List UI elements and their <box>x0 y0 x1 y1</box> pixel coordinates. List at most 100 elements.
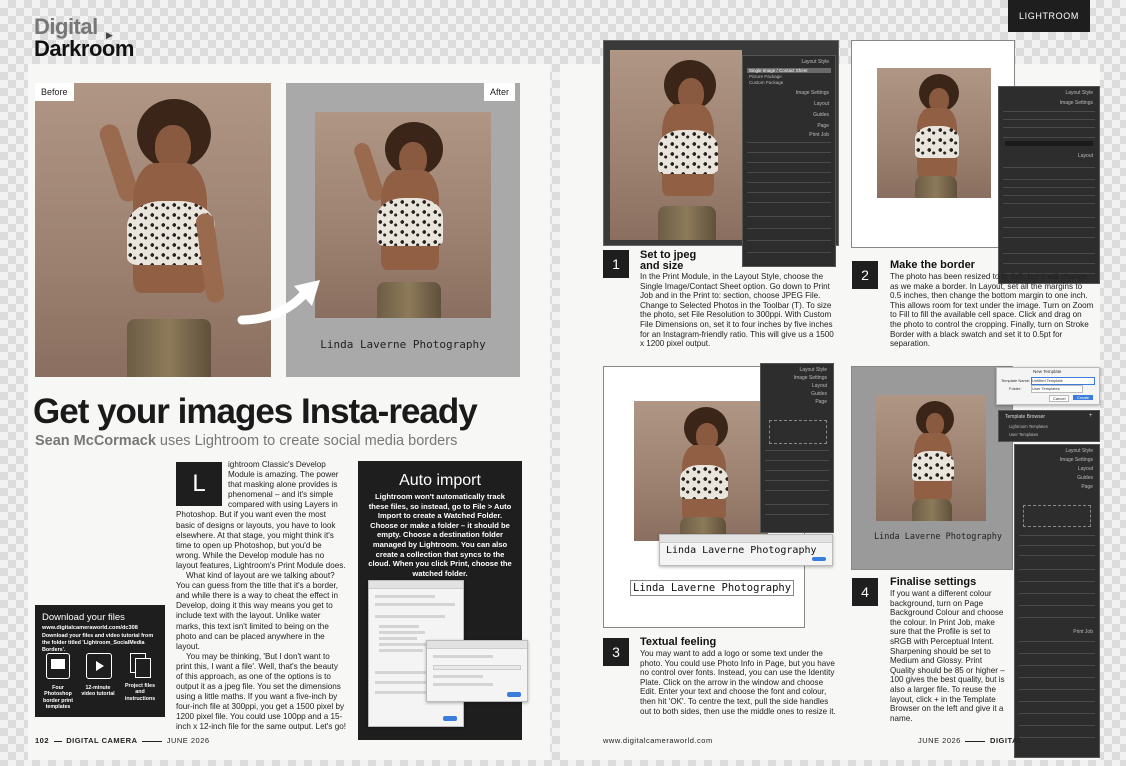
intro-p2: What kind of layout are we talking about… <box>176 571 339 651</box>
autoimport-text: Lightroom won't automatically track thes… <box>368 492 512 578</box>
before-label: Before <box>35 83 74 101</box>
download-item-video[interactable]: 12-minute video tutorial <box>80 653 116 698</box>
step4-title: Finalise settings <box>890 576 977 588</box>
template-folder-label: Folder: <box>1009 386 1022 391</box>
section-tab: LIGHTROOM <box>1008 0 1090 32</box>
step1-photo <box>610 50 742 240</box>
panel-image-settings[interactable]: Image Settings <box>1060 100 1093 106</box>
download-url: www.digitalcameraworld.com/dc308 <box>42 625 138 631</box>
create-button[interactable]: Create <box>1073 395 1094 400</box>
step1-body: In the Print Module, in the Layout Style… <box>640 272 834 349</box>
brand-line2: Darkroom <box>34 36 134 61</box>
lr-templates-folder[interactable]: Lightroom Templates <box>1009 424 1048 429</box>
brand-logo: Digital Darkroom <box>34 16 134 60</box>
byline: Sean McCormack uses Lightroom to create … <box>35 433 457 449</box>
panel-layout[interactable]: Layout <box>814 101 829 107</box>
arrow-graphic <box>237 280 320 325</box>
footer-url: www.digitalcameraworld.com <box>603 736 713 745</box>
panel-page[interactable]: Page <box>817 123 829 129</box>
step1-number: 1 <box>603 250 629 278</box>
identity-plate-text[interactable]: Linda Laverne Photography <box>666 545 817 556</box>
left-footer: 102 DIGITAL CAMERA JUNE 2026 <box>35 736 210 745</box>
download-item-label: 12-minute video tutorial <box>81 685 115 698</box>
panel-guides[interactable]: Guides <box>813 112 829 118</box>
step3-title: Textual feeling <box>640 636 717 648</box>
byline-rest: uses Lightroom to create social media bo… <box>155 433 458 449</box>
step2-title: Make the border <box>890 259 975 271</box>
step2-number: 2 <box>852 261 878 289</box>
right-footer: JUNE 2026 DIGITAL <box>918 736 1023 745</box>
page-number: 102 <box>35 736 50 745</box>
panel-print-job[interactable]: Print Job <box>1073 629 1093 635</box>
panel-layout-style: Layout Style <box>1065 90 1093 96</box>
step3-photo <box>634 401 768 541</box>
template-name-input[interactable]: Untitled Template <box>1031 377 1095 385</box>
step3-number: 3 <box>603 638 629 666</box>
download-item-project[interactable]: Project files and instructions <box>120 653 160 702</box>
panel-page[interactable]: Page <box>1081 484 1093 490</box>
cursor-icon: ▶ <box>106 30 113 40</box>
after-watermark: Linda Laverne Photography <box>320 338 486 351</box>
download-item-label: Four Photoshop border print templates <box>42 685 73 711</box>
panel-image-settings[interactable]: Image Settings <box>1060 457 1093 463</box>
intro-text: ightroom Classic's Develop Module is ama… <box>176 460 346 733</box>
new-template-dialog: New Template Template Name: Untitled Tem… <box>996 367 1100 405</box>
step2-body: The photo has been resized to fit 4x5, b… <box>890 272 1094 349</box>
brand-line1: Digital <box>34 14 98 39</box>
panel-layout-style: Layout Style <box>801 59 829 65</box>
step3-watermark[interactable]: Linda Laverne Photography <box>630 580 795 596</box>
download-text: Download your files and video tutorial f… <box>42 633 154 653</box>
new-template-title: New Template <box>1033 369 1062 374</box>
panel-guides[interactable]: Guides <box>811 391 827 397</box>
panel-guides[interactable]: Guides <box>1077 475 1093 481</box>
download-title: Download your files <box>42 612 125 623</box>
template-browser-panel: Template Browser + Lightroom Templates U… <box>998 410 1100 442</box>
byline-author: Sean McCormack <box>35 433 156 449</box>
user-templates-folder[interactable]: User Templates <box>1009 432 1038 437</box>
step4-number: 4 <box>852 578 878 606</box>
panel-layout[interactable]: Layout <box>1078 153 1093 159</box>
intro-p3: You may be thinking, 'But I don't want t… <box>176 651 347 732</box>
panel-custom-package[interactable]: Custom Package <box>749 80 783 85</box>
autoimport-title: Auto import <box>399 472 481 489</box>
after-label: After <box>484 83 516 101</box>
headline: Get your images Insta-ready <box>33 392 478 431</box>
autoimport-dialog-2 <box>426 640 528 702</box>
panel-layout-style: Layout Style <box>1065 448 1093 454</box>
panel-layout[interactable]: Layout <box>812 383 827 389</box>
template-name-label: Template Name: <box>1001 378 1031 383</box>
download-item-label: Project files and instructions <box>124 683 156 702</box>
panel-image-settings[interactable]: Image Settings <box>794 375 827 381</box>
step3-panel: Layout Style Image Settings Layout Guide… <box>760 363 834 533</box>
before-photo <box>35 83 271 377</box>
step4-panel: Layout Style Image Settings Layout Guide… <box>1014 444 1100 758</box>
panel-single-image[interactable]: Single Image / Contact Sheet <box>749 68 808 73</box>
identity-plate-dialog: Linda Laverne Photography <box>659 534 833 566</box>
add-template-icon[interactable]: + <box>1089 413 1093 419</box>
cancel-button[interactable]: Cancel <box>1049 395 1070 402</box>
step4-body: If you want a different colour backgroun… <box>890 589 1005 723</box>
panel-layout[interactable]: Layout <box>1078 466 1093 472</box>
template-icon <box>46 653 70 679</box>
template-browser-title[interactable]: Template Browser <box>1005 414 1045 420</box>
video-icon <box>86 653 112 679</box>
panel-print-job[interactable]: Print Job <box>809 132 829 138</box>
files-icon <box>130 653 151 678</box>
panel-picture-package[interactable]: Picture Package <box>749 74 782 79</box>
template-folder-select[interactable]: User Templates <box>1031 385 1083 393</box>
panel-image-settings[interactable]: Image Settings <box>796 90 829 96</box>
panel-layout-style: Layout Style <box>799 367 827 373</box>
panel-page[interactable]: Page <box>815 399 827 405</box>
step2-photo <box>877 68 991 198</box>
step4-watermark: Linda Laverne Photography <box>874 532 1002 542</box>
step2-panel: Layout Style Image Settings Layout <box>998 86 1100 284</box>
footer-date: JUNE 2026 <box>918 736 961 745</box>
step1-title: Set to jpeg and size <box>640 249 697 272</box>
footer-date: JUNE 2026 <box>166 736 210 745</box>
download-item-templates[interactable]: Four Photoshop border print templates <box>38 653 78 711</box>
step4-photo <box>876 395 986 521</box>
footer-mag: DIGITAL <box>990 736 1023 745</box>
footer-mag: DIGITAL CAMERA <box>66 736 138 745</box>
after-photo <box>315 112 491 318</box>
step3-body: You may want to add a logo or some text … <box>640 649 836 716</box>
